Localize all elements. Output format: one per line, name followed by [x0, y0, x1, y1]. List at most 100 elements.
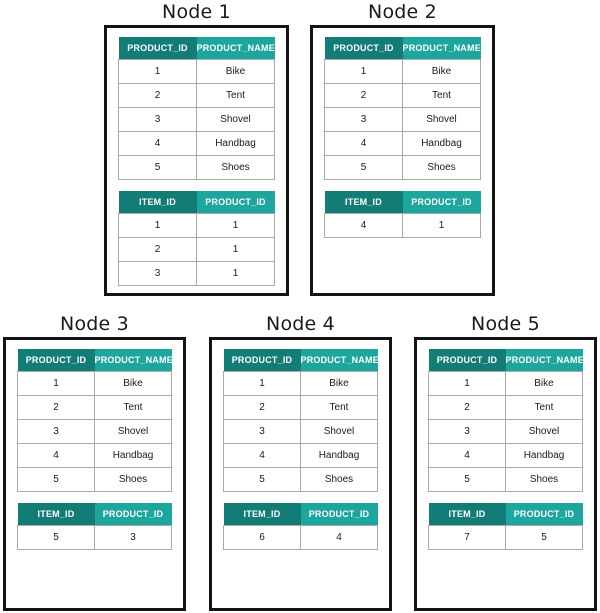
cell-product-id: 1 [118, 59, 197, 84]
cell-product-id: 2 [428, 395, 506, 420]
cell-product-name: Tent [402, 83, 481, 108]
cell-product-name: Shovel [94, 419, 172, 444]
cell-product-name: Handbag [402, 131, 481, 156]
cell-product-id: 1 [17, 371, 95, 396]
table-row: 4 1 [324, 213, 481, 238]
cell-product-name: Bike [402, 59, 481, 84]
table-row: 2 Tent [223, 395, 378, 420]
column-header-product-id: PRODUCT_ID [94, 503, 172, 526]
product-table-2: PRODUCT_ID PRODUCT_NAME 1 Bike 2 Tent 3 [324, 37, 481, 180]
column-header-product-id: PRODUCT_ID [505, 503, 583, 526]
table-row: 1 Bike [324, 59, 481, 84]
cell-product-name: Shovel [300, 419, 378, 444]
table-row: 1 1 [118, 213, 275, 238]
node-title-3: Node 3 [60, 313, 129, 335]
cell-product-name: Handbag [94, 443, 172, 468]
column-header-item-id: ITEM_ID [428, 503, 506, 526]
column-header-product-name: PRODUCT_NAME [402, 37, 481, 60]
cell-product-name: Shoes [300, 467, 378, 492]
column-header-product-id: PRODUCT_ID [402, 191, 481, 214]
cell-product-id: 1 [196, 213, 275, 238]
node-card-4: Node 4 PRODUCT_ID PRODUCT_NAME 1 Bike 2 [209, 313, 392, 611]
cell-product-id: 1 [428, 371, 506, 396]
cell-product-name: Shoes [94, 467, 172, 492]
table-header-row: PRODUCT_ID PRODUCT_NAME [324, 37, 481, 60]
table-row: 1 Bike [17, 371, 172, 396]
table-row: 5 Shoes [118, 155, 275, 180]
column-header-product-name: PRODUCT_NAME [505, 349, 584, 372]
column-header-product-id: PRODUCT_ID [196, 191, 275, 214]
cell-product-id: 3 [223, 419, 301, 444]
table-row: 5 Shoes [223, 467, 378, 492]
cell-product-id: 5 [118, 155, 197, 180]
node-card-3: Node 3 PRODUCT_ID PRODUCT_NAME 1 Bike 2 [3, 313, 186, 611]
item-table-5: ITEM_ID PRODUCT_ID 7 5 [428, 503, 583, 550]
cell-product-id: 5 [324, 155, 403, 180]
node-card-5: Node 5 PRODUCT_ID PRODUCT_NAME 1 Bike 2 [414, 313, 597, 611]
table-header-row: PRODUCT_ID PRODUCT_NAME [428, 349, 584, 372]
table-row: 5 Shoes [17, 467, 172, 492]
cell-product-name: Shovel [505, 419, 583, 444]
table-row: 2 Tent [17, 395, 172, 420]
cell-product-name: Shovel [402, 107, 481, 132]
table-header-row: ITEM_ID PRODUCT_ID [428, 503, 583, 526]
cell-product-name: Bike [94, 371, 172, 396]
column-header-item-id: ITEM_ID [324, 191, 403, 214]
cell-product-id: 4 [118, 131, 197, 156]
cell-product-id: 4 [428, 443, 506, 468]
cell-product-name: Handbag [196, 131, 275, 156]
cell-product-id: 4 [324, 131, 403, 156]
table-row: 4 Handbag [324, 131, 481, 156]
column-header-product-name: PRODUCT_NAME [196, 37, 275, 60]
table-row: 5 3 [17, 525, 172, 550]
cell-product-id: 5 [17, 467, 95, 492]
table-row: 3 1 [118, 261, 275, 286]
table-header-row: ITEM_ID PRODUCT_ID [223, 503, 378, 526]
cell-product-name: Tent [505, 395, 583, 420]
product-table-5: PRODUCT_ID PRODUCT_NAME 1 Bike 2 Tent 3 [428, 349, 584, 492]
table-row: 5 Shoes [324, 155, 481, 180]
table-row: 6 4 [223, 525, 378, 550]
table-row: 3 Shovel [223, 419, 378, 444]
table-header-row: PRODUCT_ID PRODUCT_NAME [223, 349, 379, 372]
node-box-1: PRODUCT_ID PRODUCT_NAME 1 Bike 2 Tent 3 [104, 25, 289, 296]
product-table-1: PRODUCT_ID PRODUCT_NAME 1 Bike 2 Tent 3 [118, 37, 275, 180]
cell-product-id: 1 [196, 237, 275, 262]
cell-item-id: 3 [118, 261, 197, 286]
column-header-product-id: PRODUCT_ID [118, 37, 197, 60]
cell-product-name: Handbag [300, 443, 378, 468]
item-table-1: ITEM_ID PRODUCT_ID 1 1 2 1 3 1 [118, 191, 275, 286]
node-box-4: PRODUCT_ID PRODUCT_NAME 1 Bike 2 Tent 3 [209, 337, 392, 611]
cell-product-id: 4 [223, 443, 301, 468]
cell-product-id: 2 [223, 395, 301, 420]
table-row: 2 Tent [428, 395, 583, 420]
column-header-item-id: ITEM_ID [118, 191, 197, 214]
node-box-3: PRODUCT_ID PRODUCT_NAME 1 Bike 2 Tent 3 [3, 337, 186, 611]
column-header-product-name: PRODUCT_NAME [94, 349, 173, 372]
cell-product-id: 3 [324, 107, 403, 132]
cell-item-id: 7 [428, 525, 506, 550]
cell-product-id: 1 [196, 261, 275, 286]
cell-product-name: Tent [94, 395, 172, 420]
cell-item-id: 5 [17, 525, 95, 550]
table-row: 1 Bike [428, 371, 583, 396]
table-row: 4 Handbag [118, 131, 275, 156]
item-table-2: ITEM_ID PRODUCT_ID 4 1 [324, 191, 481, 238]
table-row: 4 Handbag [17, 443, 172, 468]
node-box-5: PRODUCT_ID PRODUCT_NAME 1 Bike 2 Tent 3 [414, 337, 597, 611]
cell-product-id: 2 [118, 83, 197, 108]
table-row: 4 Handbag [428, 443, 583, 468]
column-header-product-name: PRODUCT_NAME [300, 349, 379, 372]
table-row: 3 Shovel [17, 419, 172, 444]
product-table-4: PRODUCT_ID PRODUCT_NAME 1 Bike 2 Tent 3 [223, 349, 379, 492]
cell-product-name: Handbag [505, 443, 583, 468]
cell-product-name: Bike [505, 371, 583, 396]
node-card-2: Node 2 PRODUCT_ID PRODUCT_NAME 1 Bike 2 [310, 1, 495, 296]
node-card-1: Node 1 PRODUCT_ID PRODUCT_NAME 1 Bike 2 [104, 1, 289, 296]
cell-product-id: 5 [223, 467, 301, 492]
table-row: 1 Bike [118, 59, 275, 84]
cell-item-id: 4 [324, 213, 403, 238]
cell-product-name: Shoes [196, 155, 275, 180]
cell-product-id: 2 [324, 83, 403, 108]
table-row: 7 5 [428, 525, 583, 550]
